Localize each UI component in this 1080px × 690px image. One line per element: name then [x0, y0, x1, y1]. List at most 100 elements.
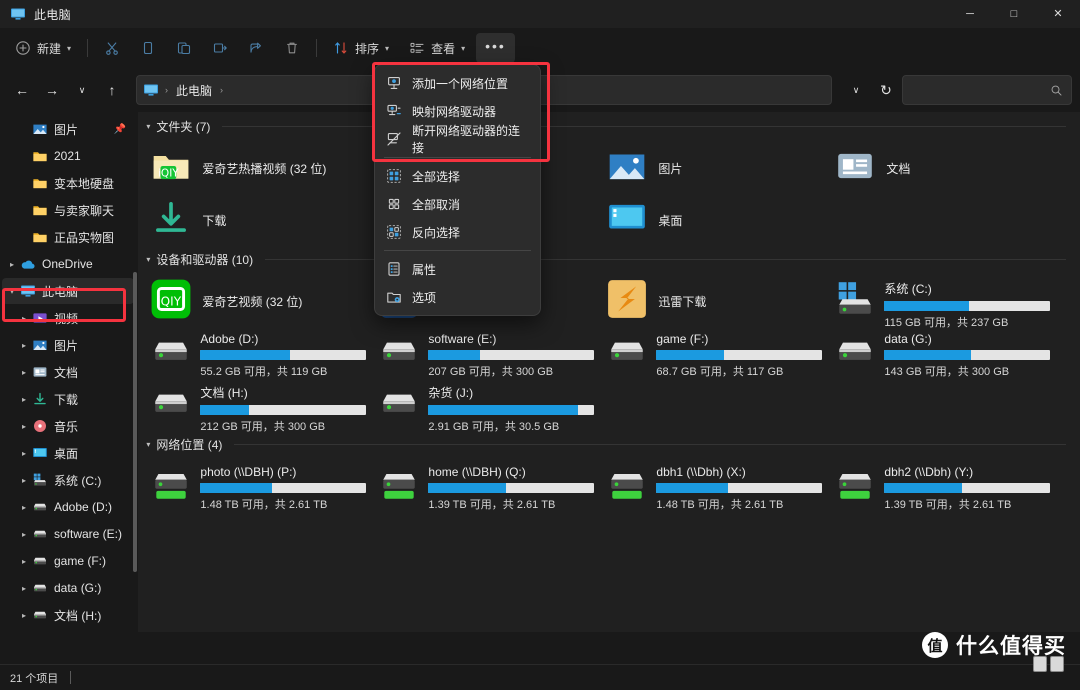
drive-tile[interactable]: Adobe (D:)55.2 GB 可用，共 119 GB [144, 326, 372, 378]
folder-tile[interactable]: iQIY爱奇艺热播视频 (32 位) [144, 141, 372, 193]
sidebar-item-5[interactable]: ▸OneDrive [2, 251, 134, 277]
menu-item-select-none[interactable]: 全部取消 [378, 190, 537, 218]
copy-button[interactable] [131, 33, 165, 63]
sidebar-item-15[interactable]: ▸software (E:) [2, 521, 134, 547]
sidebar-item-2[interactable]: 变本地硬盘 [2, 170, 134, 196]
cut-button[interactable] [95, 33, 129, 63]
menu-item-properties[interactable]: 属性 [378, 255, 537, 283]
sidebar-item-9[interactable]: ▸文档 [2, 359, 134, 385]
rename-button[interactable] [203, 33, 237, 63]
app-tile[interactable]: 迅雷下载 [600, 274, 828, 326]
chevron-down-icon[interactable]: ▾ [146, 255, 150, 264]
chevron-right-icon[interactable]: ▸ [16, 395, 32, 404]
sort-button[interactable]: 排序 ▾ [324, 33, 398, 63]
chevron-right-icon[interactable]: ▸ [4, 260, 20, 269]
sidebar-item-4[interactable]: 正品实物图 [2, 224, 134, 250]
drive-tile[interactable]: home (\\DBH) (Q:)1.39 TB 可用，共 2.61 TB [372, 459, 600, 511]
pin-icon[interactable]: 📌 [114, 124, 126, 135]
folder-tile[interactable]: 下载 [144, 193, 372, 245]
sidebar-item-7[interactable]: ▸视频 [2, 305, 134, 331]
drive-tile[interactable]: dbh1 (\\Dbh) (X:)1.48 TB 可用，共 2.61 TB [600, 459, 828, 511]
sidebar-item-0[interactable]: 图片📌 [2, 116, 134, 142]
sidebar-item-3[interactable]: 与卖家聊天 [2, 197, 134, 223]
chevron-right-icon[interactable]: ▸ [16, 530, 32, 539]
chevron-down-icon[interactable]: ▾ [146, 122, 150, 131]
menu-item-add-network-location[interactable]: 添加一个网络位置 [378, 69, 537, 97]
sidebar-item-17[interactable]: ▸data (G:) [2, 575, 134, 601]
chevron-down-icon[interactable]: ▾ [4, 287, 20, 296]
chevron-right-icon[interactable]: ▸ [16, 449, 32, 458]
drive-tile[interactable]: photo (\\DBH) (P:)1.48 TB 可用，共 2.61 TB [144, 459, 372, 511]
paste-button[interactable] [167, 33, 201, 63]
menu-item-options[interactable]: 选项 [378, 283, 537, 311]
address-dropdown-button[interactable]: ∨ [842, 76, 870, 104]
sidebar-item-10[interactable]: ▸下载 [2, 386, 134, 412]
search-box[interactable] [902, 75, 1072, 105]
sidebar-item-12[interactable]: ▸桌面 [2, 440, 134, 466]
drive-icon [834, 330, 876, 372]
chevron-right-icon[interactable]: ▸ [16, 476, 32, 485]
sidebar-item-13[interactable]: ▸系统 (C:) [2, 467, 134, 493]
drive-tile[interactable]: game (F:)68.7 GB 可用，共 117 GB [600, 326, 828, 378]
sidebar-item-19[interactable]: ▸杂货 (J:) [2, 629, 134, 632]
capacity-meter [200, 405, 366, 415]
sidebar-item-8[interactable]: ▸ 图片 [2, 332, 134, 358]
sidebar-item-1[interactable]: 2021 [2, 143, 134, 169]
menu-item-disconnect-network-drive[interactable]: 断开网络驱动器的连接 [378, 125, 537, 153]
more-options-button[interactable]: ••• [476, 33, 515, 63]
status-divider [70, 671, 71, 684]
chevron-down-icon[interactable]: ▾ [146, 440, 150, 449]
drive-tile[interactable]: 文档 (H:)212 GB 可用，共 300 GB [144, 378, 372, 430]
sidebar-scrollbar[interactable] [133, 272, 137, 572]
view-button[interactable]: 查看 ▾ [400, 33, 474, 63]
tile-body: 文档 [884, 158, 1050, 177]
properties-icon [386, 261, 402, 277]
refresh-button[interactable]: ↻ [872, 76, 900, 104]
breadcrumb-item-this-pc[interactable]: 此电脑 [172, 80, 216, 101]
drive-tile[interactable]: 杂货 (J:)2.91 GB 可用，共 30.5 GB [372, 378, 600, 430]
chevron-right-icon[interactable]: ▸ [16, 503, 32, 512]
chevron-right-icon[interactable]: ▸ [16, 314, 32, 323]
add-network-location-icon [386, 75, 402, 91]
folder-tile[interactable]: 桌面 [600, 193, 828, 245]
back-button[interactable]: ← [8, 76, 36, 104]
drive-tile[interactable]: dbh2 (\\Dbh) (Y:)1.39 TB 可用，共 2.61 TB [828, 459, 1056, 511]
up-button[interactable]: ↑ [98, 76, 126, 104]
sidebar-item-11[interactable]: ▸音乐 [2, 413, 134, 439]
menu-item-invert-selection[interactable]: 反向选择 [378, 218, 537, 246]
drive-tile[interactable]: 系统 (C:)115 GB 可用，共 237 GB [828, 274, 1056, 326]
chevron-right-icon[interactable]: ▸ [16, 611, 32, 620]
sidebar-item-6[interactable]: ▾此电脑 [2, 278, 134, 304]
desktop-icon [32, 445, 48, 461]
folder-tile[interactable]: 图片 [600, 141, 828, 193]
search-input[interactable] [911, 83, 1050, 97]
drive-tile[interactable]: data (G:)143 GB 可用，共 300 GB [828, 326, 1056, 378]
chevron-right-icon[interactable]: ▸ [16, 368, 32, 377]
sidebar-item-label: 图片 [54, 337, 78, 354]
chevron-right-icon[interactable]: ▸ [16, 341, 32, 350]
menu-item-select-all[interactable]: 全部选择 [378, 162, 537, 190]
sidebar-item-18[interactable]: ▸文档 (H:) [2, 602, 134, 628]
drive-tile[interactable]: software (E:)207 GB 可用，共 300 GB [372, 326, 600, 378]
delete-button[interactable] [275, 33, 309, 63]
minimize-button[interactable]: ─ [948, 0, 992, 28]
menu-item-map-network-drive[interactable]: 映射网络驱动器 [378, 97, 537, 125]
new-button[interactable]: 新建 ▾ [6, 33, 80, 63]
sidebar-item-14[interactable]: ▸Adobe (D:) [2, 494, 134, 520]
app-tile[interactable]: iQIYI爱奇艺视频 (32 位) [144, 274, 372, 326]
share-button[interactable] [239, 33, 273, 63]
chevron-right-icon[interactable]: ▸ [16, 422, 32, 431]
folder-tile[interactable]: 文档 [828, 141, 1056, 193]
sidebar-item-16[interactable]: ▸game (F:) [2, 548, 134, 574]
close-button[interactable]: ✕ [1036, 0, 1080, 28]
recent-locations-button[interactable]: ∨ [68, 76, 96, 104]
forward-button[interactable]: → [38, 76, 66, 104]
group-header-devices[interactable]: ▾设备和驱动器 (10) [138, 245, 1080, 272]
group-header-network[interactable]: ▾网络位置 (4) [138, 430, 1080, 457]
group-header-folders[interactable]: ▾文件夹 (7) [138, 112, 1080, 139]
maximize-button[interactable]: □ [992, 0, 1036, 28]
chevron-right-icon[interactable]: ▸ [16, 584, 32, 593]
chevron-right-icon[interactable]: ▸ [16, 557, 32, 566]
mini-icon-list [1033, 656, 1047, 672]
properties-icon [386, 261, 402, 277]
